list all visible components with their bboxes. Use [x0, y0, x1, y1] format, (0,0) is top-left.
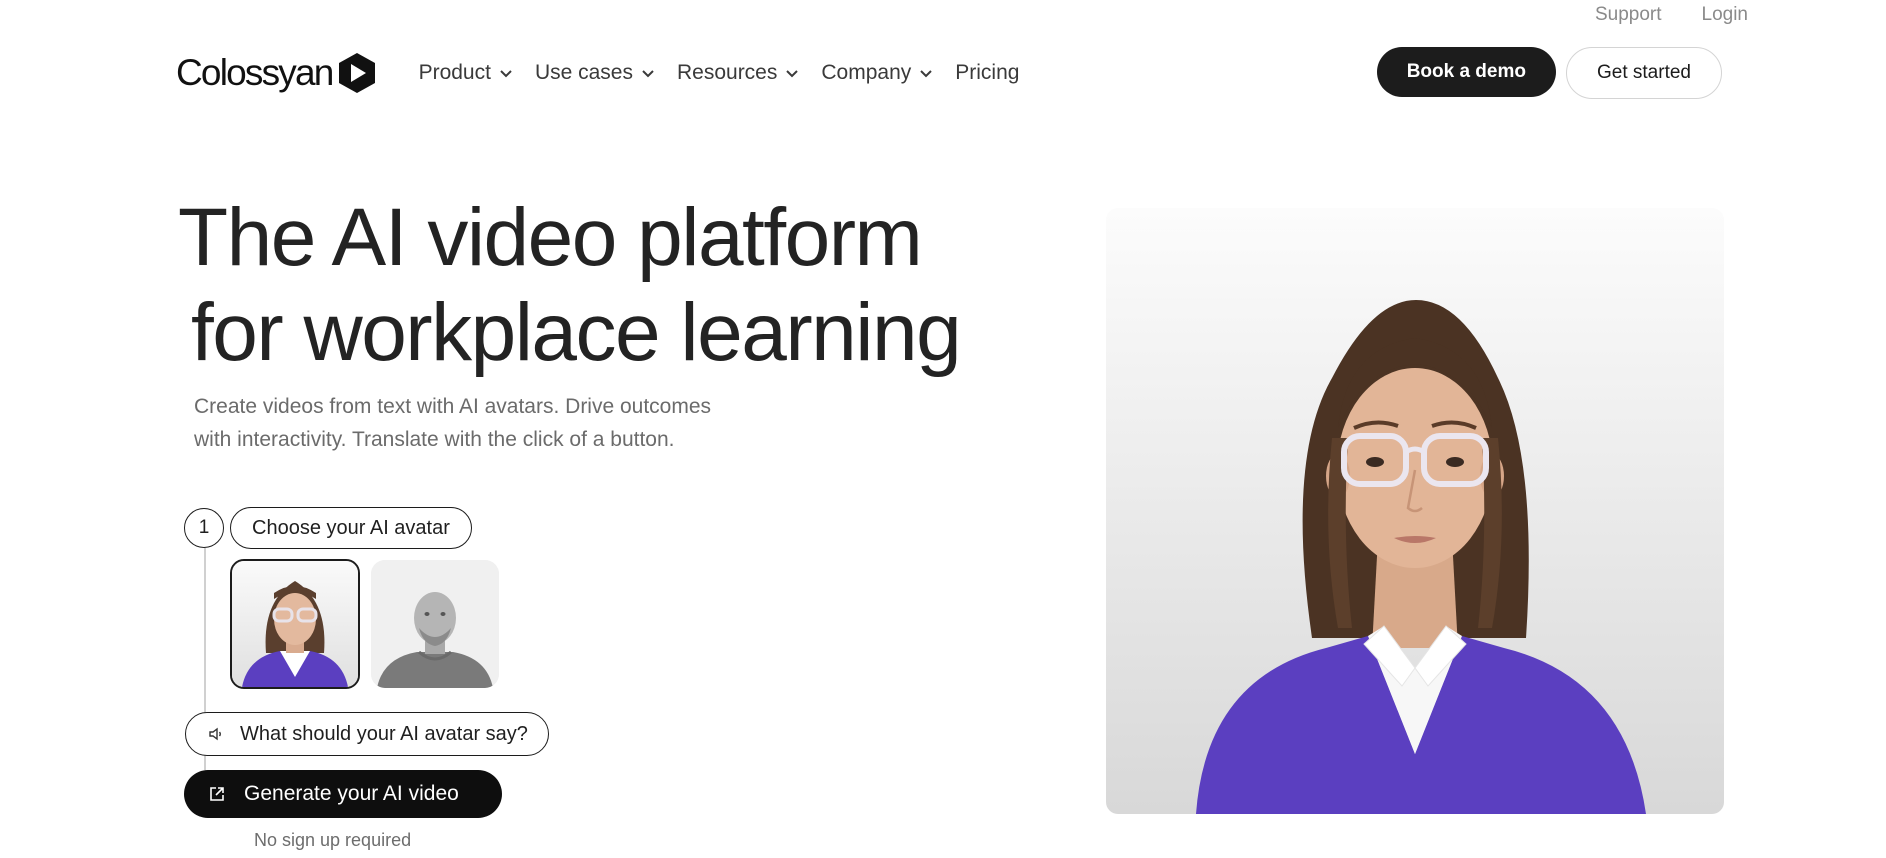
book-demo-button[interactable]: Book a demo [1376, 47, 1556, 97]
step-number: 1 [184, 508, 224, 548]
nav-item-label: Company [821, 61, 912, 84]
external-link-icon [210, 787, 224, 801]
nav-item-pricing[interactable]: Pricing [955, 61, 1019, 85]
nav-item-product[interactable]: Product [419, 61, 513, 85]
chevron-down-icon [920, 70, 932, 78]
play-hexagon-icon [338, 53, 375, 93]
hero-subtitle-line2: with interactivity. Translate with the c… [194, 428, 675, 451]
no-signup-note: No sign up required [254, 830, 412, 850]
hero-title: The AI video platform for workplace lear… [178, 190, 962, 380]
chevron-down-icon [500, 70, 512, 78]
choose-avatar-label: Choose your AI avatar [230, 507, 472, 549]
nav-item-company[interactable]: Company [821, 61, 933, 85]
hero-avatar-illustration [1196, 300, 1646, 814]
nav-actions: Book a demo Get started [1376, 47, 1722, 99]
support-link[interactable]: Support [1595, 4, 1662, 26]
chevron-down-icon [642, 70, 654, 78]
nav-menu: Product Use cases Resources Company Pric… [419, 61, 1020, 85]
choose-avatar-text: Choose your AI avatar [252, 516, 450, 539]
avatar-option-woman[interactable] [230, 559, 360, 689]
avatar-man-image [371, 560, 499, 688]
hero-subtitle-line1: Create videos from text with AI avatars.… [194, 395, 712, 418]
login-link[interactable]: Login [1702, 4, 1749, 26]
nav-item-label: Product [418, 61, 491, 84]
hero-subtitle: Create videos from text with AI avatars.… [194, 390, 754, 456]
chevron-down-icon [786, 70, 799, 78]
avatar-woman-image [232, 561, 358, 687]
brand-name: Colossyan [176, 52, 334, 93]
avatar-picker [230, 559, 499, 689]
generate-video-button[interactable]: Generate your AI video [184, 770, 502, 818]
hero-title-line1: The AI video platform [178, 192, 923, 283]
hero-title-line2: for workplace learning [191, 287, 962, 378]
avatar-script-placeholder: What should your AI avatar say? [240, 722, 528, 745]
hero-avatar-image [1106, 208, 1724, 814]
nav-item-label: Pricing [955, 61, 1020, 84]
nav-item-label: Use cases [534, 61, 633, 84]
avatar-script-input[interactable]: What should your AI avatar say? [185, 712, 549, 756]
get-started-button[interactable]: Get started [1566, 47, 1722, 99]
nav-item-label: Resources [676, 61, 778, 84]
brand-logo[interactable]: Colossyan [176, 52, 377, 94]
page: Support Login Colossyan Product Use case… [0, 0, 1886, 858]
nav-item-use-cases[interactable]: Use cases [535, 61, 655, 85]
avatar-option-man[interactable] [371, 560, 499, 688]
nav-item-resources[interactable]: Resources [677, 61, 799, 85]
generate-video-label: Generate your AI video [244, 782, 459, 805]
speaker-icon [209, 727, 221, 741]
main-nav: Colossyan Product Use cases Resources Co… [176, 47, 1722, 99]
utility-nav: Support Login [1595, 4, 1748, 26]
